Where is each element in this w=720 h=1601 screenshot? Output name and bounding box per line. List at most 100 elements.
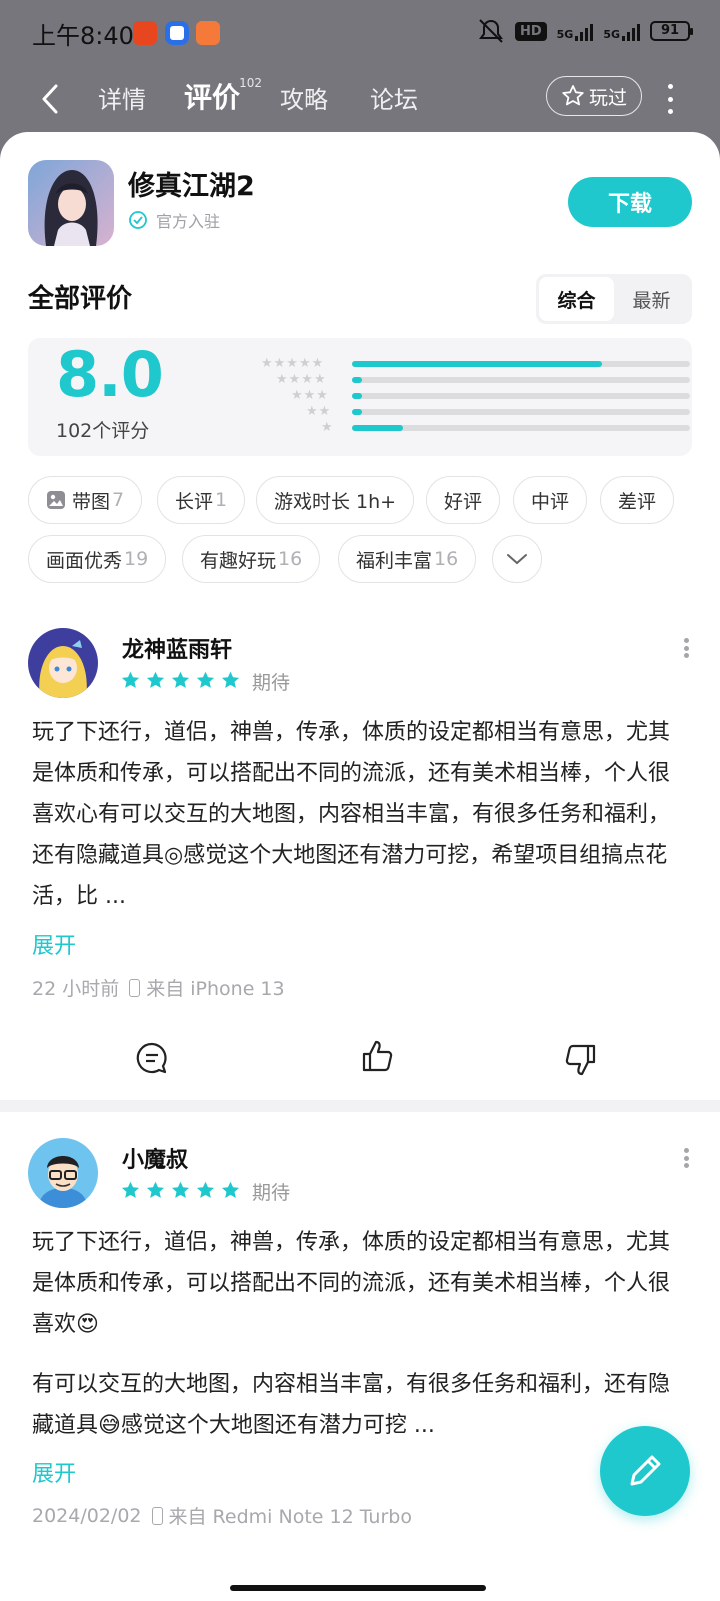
phone-icon xyxy=(151,1506,163,1525)
rating-count: 102个评分 xyxy=(56,420,150,442)
rating-bar-stars: ★★★★★ xyxy=(261,356,325,371)
sort-latest[interactable]: 最新 xyxy=(614,277,689,321)
review-device: 来自 iPhone 13 xyxy=(146,978,285,1000)
expand-link[interactable]: 展开 xyxy=(32,1456,76,1488)
tab-forum[interactable]: 论坛 xyxy=(370,80,418,115)
review-text: 玩了下还行，道侣，神兽，传承，体质的设定都相当有意思，尤其是体质和传承，可以搭配… xyxy=(32,720,671,909)
rating-bar-stars: ★★★★ xyxy=(276,372,327,387)
review-username[interactable]: 龙神蓝雨轩 xyxy=(122,632,232,664)
star-icon xyxy=(146,1181,165,1198)
star-icon xyxy=(171,1181,190,1198)
star-icon xyxy=(221,1181,240,1198)
star-icon xyxy=(196,671,215,688)
official-label: 官方入驻 xyxy=(156,212,221,231)
filter-label: 差评 xyxy=(618,490,657,513)
star-icon xyxy=(196,1181,215,1198)
filter-neutral[interactable]: 中评 xyxy=(513,476,588,524)
filter-count: 16 xyxy=(278,548,303,570)
filter-long-review[interactable]: 长评 1 xyxy=(157,476,246,524)
rating-bar-fill xyxy=(352,393,363,399)
review-time: 22 小时前 xyxy=(32,978,120,1000)
thumbs-up-icon[interactable] xyxy=(360,1038,396,1074)
review-tag: 期待 xyxy=(252,1182,291,1204)
rating-bar-fill xyxy=(352,425,403,431)
filter-fun[interactable]: 有趣好玩 16 xyxy=(182,535,321,583)
review-time: 2024/02/02 xyxy=(32,1504,142,1527)
filter-count: 19 xyxy=(124,548,149,570)
rating-bar-track xyxy=(352,425,690,431)
network-type-1: 5G xyxy=(556,28,574,41)
review-meta: 2024/02/02 来自 Redmi Note 12 Turbo xyxy=(32,1502,412,1529)
filter-positive[interactable]: 好评 xyxy=(426,476,501,524)
expand-link[interactable]: 展开 xyxy=(32,928,76,960)
filter-count: 16 xyxy=(434,548,459,570)
write-review-button[interactable] xyxy=(600,1426,690,1516)
rating-bar-3-star: ★★★ xyxy=(238,388,690,404)
played-button[interactable]: 玩过 xyxy=(546,76,642,116)
review-meta: 22 小时前 来自 iPhone 13 xyxy=(32,974,285,1001)
filter-count: 1 xyxy=(215,489,228,511)
rating-bar-track xyxy=(352,361,690,367)
tab-reviews-label: 评价 xyxy=(184,81,241,114)
review-count-badge: 102 xyxy=(239,76,263,90)
game-icon[interactable] xyxy=(28,160,114,246)
review-username[interactable]: 小魔叔 xyxy=(122,1142,188,1174)
comment-icon[interactable] xyxy=(134,1040,170,1076)
rating-bar-fill xyxy=(352,377,363,383)
chevron-down-icon xyxy=(507,554,527,565)
home-indicator xyxy=(230,1585,486,1591)
thumbs-down-icon[interactable] xyxy=(562,1042,598,1078)
review-text-paragraph-1: 玩了下还行，道侣，神兽，传承，体质的设定都相当有意思，尤其是体质和传承，可以搭配… xyxy=(32,1230,671,1337)
hd-voice-badge: HD xyxy=(514,21,547,41)
shopping-app-icon xyxy=(196,21,220,45)
review-more-icon[interactable] xyxy=(683,638,689,658)
status-time: 上午8:40 xyxy=(32,22,134,50)
tab-reviews[interactable]: 评价 102 xyxy=(184,76,262,116)
sort-switch: 综合 最新 xyxy=(536,274,692,324)
star-plus-icon xyxy=(562,85,584,106)
filter-label: 游戏时长 1h+ xyxy=(274,490,397,513)
filter-rich-rewards[interactable]: 福利丰富 16 xyxy=(338,535,477,583)
verified-check-icon xyxy=(129,211,147,229)
tab-guides[interactable]: 攻略 xyxy=(280,80,328,115)
filter-label: 好评 xyxy=(444,490,483,513)
review-more-icon[interactable] xyxy=(683,1148,689,1168)
avatar[interactable] xyxy=(28,1138,98,1208)
star-icon xyxy=(146,671,165,688)
filter-label: 长评 xyxy=(175,490,214,513)
filter-label: 福利丰富 xyxy=(356,549,433,572)
status-bar: 上午8:40 HD 5G 5G 91 xyxy=(0,0,720,66)
rating-bar-5-star: ★★★★★ xyxy=(238,356,690,372)
download-button[interactable]: 下载 xyxy=(568,177,692,227)
filter-negative[interactable]: 差评 xyxy=(600,476,675,524)
taobao-app-icon xyxy=(133,21,157,45)
review-stars xyxy=(120,670,241,691)
battery-icon: 91 xyxy=(650,21,693,41)
rating-bar-track xyxy=(352,409,690,415)
mute-bell-icon xyxy=(478,19,503,43)
browser-app-icon xyxy=(165,21,189,45)
filter-playtime[interactable]: 游戏时长 1h+ xyxy=(256,476,415,524)
avatar[interactable] xyxy=(28,628,98,698)
back-arrow-icon[interactable] xyxy=(36,82,66,116)
signal-icon xyxy=(622,21,640,41)
star-icon xyxy=(121,671,140,688)
more-options-icon[interactable] xyxy=(664,84,676,114)
review-device: 来自 Redmi Note 12 Turbo xyxy=(168,1506,412,1528)
game-title: 修真江湖2 xyxy=(128,171,255,202)
all-reviews-title: 全部评价 xyxy=(28,284,133,314)
rating-bar-track xyxy=(352,393,690,399)
phone-icon xyxy=(129,978,141,997)
filter-with-images[interactable]: 带图 7 xyxy=(28,476,143,524)
star-icon xyxy=(221,671,240,688)
rating-bar-4-star: ★★★★ xyxy=(238,372,690,388)
sort-overall[interactable]: 综合 xyxy=(539,277,614,321)
rating-bar-stars: ★ xyxy=(321,420,334,435)
review-stars xyxy=(120,1180,241,1201)
tab-details[interactable]: 详情 xyxy=(98,80,146,115)
filter-expand-button[interactable] xyxy=(492,535,542,583)
filter-great-graphics[interactable]: 画面优秀 19 xyxy=(28,535,167,583)
top-nav: 详情 评价 102 攻略 论坛 玩过 xyxy=(0,66,720,132)
rating-score: 8.0 xyxy=(56,338,164,411)
rating-bar-fill xyxy=(352,409,363,415)
